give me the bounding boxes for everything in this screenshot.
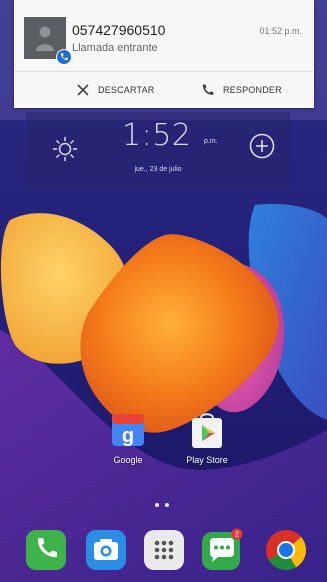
call-status-text: Llamada entrante: [72, 42, 158, 54]
phone-badge-icon: [56, 49, 72, 65]
answer-label: RESPONDER: [223, 85, 282, 95]
phone-icon[interactable]: [24, 528, 68, 572]
clock-time: 1:52: [122, 118, 192, 153]
page-dot: [155, 503, 159, 507]
svg-text:g: g: [122, 425, 134, 447]
phone-icon: [202, 84, 214, 95]
app-label: Google: [113, 455, 143, 465]
page-dot: [165, 503, 169, 507]
clock-ampm: p.m.: [204, 138, 218, 145]
dock: 2: [0, 518, 327, 582]
clock-time-group[interactable]: 1:52 p.m.: [122, 118, 232, 158]
answer-button[interactable]: RESPONDER: [201, 80, 282, 100]
clock-weather-widget[interactable]: 1:52 p.m. jue., 23 de julio: [26, 112, 290, 190]
play-store-icon: [187, 410, 227, 450]
close-icon: [77, 84, 89, 96]
dismiss-label: DESCARTAR: [98, 85, 155, 95]
camera-icon[interactable]: [84, 528, 128, 572]
dismiss-button[interactable]: DESCARTAR: [76, 80, 154, 100]
sun-icon[interactable]: [52, 136, 78, 162]
google-search-icon: g: [108, 410, 148, 450]
app-drawer-icon[interactable]: [142, 528, 186, 572]
chrome-icon[interactable]: [264, 528, 308, 572]
unread-badge: 2: [235, 532, 239, 539]
clock-date: jue., 23 de julio: [134, 166, 182, 173]
contact-avatar: [24, 17, 72, 65]
app-label: Play Store: [186, 455, 228, 465]
notification-time: 01:52 p.m.: [259, 26, 302, 36]
plus-circle-icon[interactable]: [248, 132, 276, 160]
app-google[interactable]: g Google: [98, 410, 158, 465]
messages-icon[interactable]: 2: [200, 528, 244, 572]
incoming-call-notification[interactable]: 057427960510 Llamada entrante 01:52 p.m.…: [14, 0, 314, 108]
page-indicator: [155, 503, 169, 507]
caller-number: 057427960510: [72, 22, 166, 38]
divider: [14, 71, 314, 72]
app-play-store[interactable]: Play Store: [177, 410, 237, 465]
contact-person-icon: [36, 26, 54, 51]
